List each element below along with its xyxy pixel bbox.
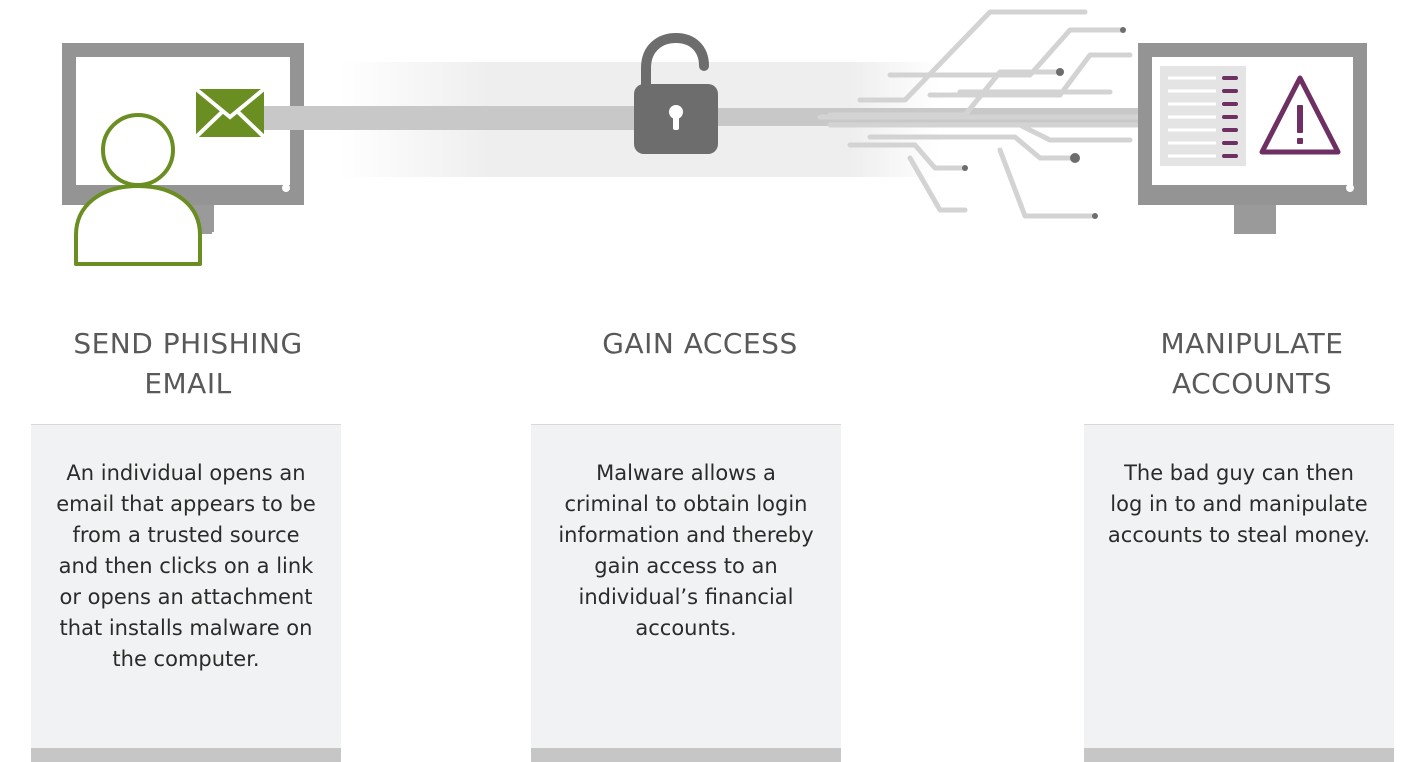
envelope-icon [194, 87, 266, 139]
card-bottom-bar [31, 748, 341, 762]
padlock-open-icon [634, 32, 718, 154]
step-1-title: SEND PHISHING EMAIL [8, 324, 368, 404]
phishing-process-illustration [62, 9, 1367, 266]
step-1-description: An individual opens an email that appear… [56, 461, 316, 671]
step-2-title-line1: GAIN ACCESS [602, 327, 798, 360]
email-connector-bar [262, 106, 644, 130]
step-3-title-line1: MANIPULATE [1160, 327, 1344, 360]
document-list-icon [1160, 66, 1246, 166]
step-2-title: GAIN ACCESS [520, 324, 880, 364]
step-2-description: Malware allows a criminal to obtain logi… [558, 461, 814, 640]
card-bottom-bar [531, 748, 841, 762]
step-1-title-line1: SEND PHISHING [73, 327, 303, 360]
step-3-card: The bad guy can then log in to and manip… [1084, 424, 1394, 762]
step-3-title: MANIPULATE ACCOUNTS [1072, 324, 1424, 404]
step-1-card: An individual opens an email that appear… [31, 424, 341, 762]
step-1-title-line2: EMAIL [144, 367, 232, 400]
step-3-title-line2: ACCOUNTS [1171, 367, 1333, 400]
step-3-description: The bad guy can then log in to and manip… [1107, 461, 1371, 547]
step-2-card: Malware allows a criminal to obtain logi… [531, 424, 841, 762]
card-bottom-bar [1084, 748, 1394, 762]
